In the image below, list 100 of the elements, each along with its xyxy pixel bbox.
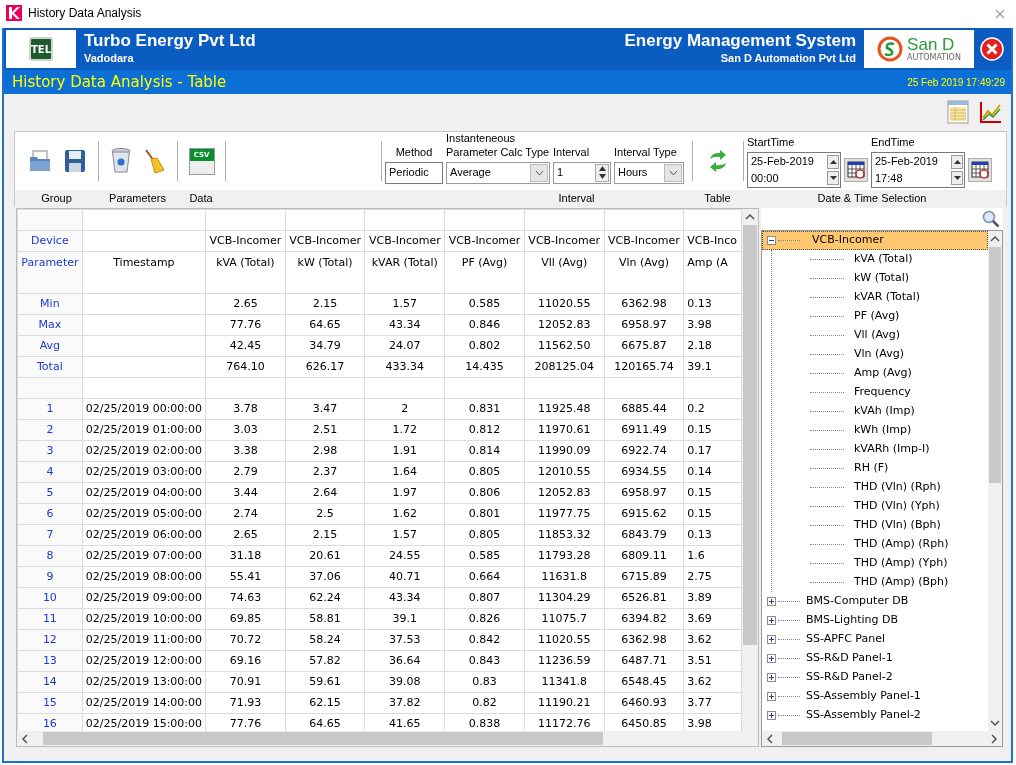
tree-item[interactable]: kVARh (Imp-I) [854, 441, 930, 458]
table-cell: 6460.93 [604, 692, 684, 714]
expand-icon[interactable] [767, 597, 776, 606]
tree-item[interactable]: THD (Vln) (Bph) [854, 517, 941, 534]
table-cell: 11304.29 [524, 587, 605, 609]
end-time-field[interactable]: 25-Feb-2019 17:48 [871, 151, 965, 188]
calendar-button[interactable] [844, 157, 868, 182]
tree-item[interactable]: PF (Avg) [854, 308, 900, 325]
table-cell: 6809.11 [604, 545, 684, 567]
tree-item[interactable]: SS-Assembly Panel-1 [762, 687, 988, 706]
arrow-icon[interactable] [953, 159, 961, 164]
tree-item[interactable]: THD (Vln) (Yph) [854, 498, 940, 515]
table-cell: 6362.98 [604, 629, 684, 651]
table-cell: 77.76 [205, 314, 286, 336]
expand-icon[interactable] [767, 692, 776, 701]
tree-item[interactable]: kVAR (Total) [854, 289, 921, 306]
tree-item[interactable]: kVAh (Imp) [854, 403, 915, 420]
table-cell: 6958.97 [604, 314, 684, 336]
collapse-icon[interactable] [767, 236, 776, 245]
interval-spinner[interactable]: 1 [553, 161, 611, 184]
table-cell: 11853.32 [524, 524, 605, 546]
caret-icon[interactable] [534, 169, 544, 176]
calendar-button[interactable] [968, 157, 992, 182]
recycle-bin-icon[interactable] [111, 148, 131, 174]
chart-view-icon[interactable] [979, 100, 1003, 124]
table-cell: 6675.87 [604, 335, 684, 357]
horizontal-scrollbar[interactable] [762, 731, 1002, 746]
start-time-field[interactable]: 25-Feb-2019 00:00 [747, 151, 841, 188]
tree-item[interactable]: THD (Amp) (Bph) [854, 574, 949, 591]
table-cell: 02/25/2019 08:00:00 [82, 566, 206, 588]
table-cell: 2.74 [205, 503, 286, 525]
save-icon[interactable] [63, 149, 86, 173]
arrow-icon[interactable] [953, 175, 961, 180]
table-cell: 6911.49 [604, 419, 684, 441]
row-number: 9 [17, 566, 83, 588]
tree-item[interactable]: Amp (Avg) [854, 365, 912, 382]
broom-icon[interactable] [143, 148, 165, 174]
table-cell: 2.15 [285, 524, 365, 546]
table-cell: 02/25/2019 05:00:00 [82, 503, 206, 525]
tree-item[interactable]: SS-Assembly Panel-2 [762, 706, 988, 725]
table-cell: 42.45 [205, 335, 286, 357]
tree-item[interactable]: BMS-Computer DB [762, 592, 988, 611]
arrow-icon[interactable] [829, 159, 837, 164]
tree-item[interactable]: kWh (Imp) [854, 422, 912, 439]
caret-icon[interactable] [668, 169, 678, 176]
table-cell: 6526.81 [604, 587, 684, 609]
table-cell: 0.801 [444, 503, 525, 525]
table-cell: 6934.55 [604, 461, 684, 483]
tree-item[interactable]: THD (Amp) (Yph) [854, 555, 948, 572]
vertical-scrollbar[interactable] [988, 231, 1002, 731]
table-cell: 1.6 [683, 545, 742, 567]
horizontal-scrollbar[interactable] [17, 731, 758, 746]
tree-item[interactable]: Vln (Avg) [854, 346, 904, 363]
search-icon[interactable] [982, 210, 1000, 228]
expand-icon[interactable] [767, 711, 776, 720]
expand-icon[interactable] [767, 635, 776, 644]
table-cell: 2.65 [205, 293, 286, 315]
table-cell: 14.435 [444, 356, 525, 378]
tree-item[interactable]: SS-R&D Panel-1 [762, 649, 988, 668]
table-cell: 02/25/2019 00:00:00 [82, 398, 206, 420]
tree-item[interactable]: Vll (Avg) [854, 327, 901, 344]
table-cell: 69.16 [205, 650, 286, 672]
tree-item[interactable]: VCB-Incomer [762, 231, 988, 250]
tree-item[interactable]: Frequency [854, 384, 911, 401]
table-cell: 0.585 [444, 293, 525, 315]
arrow-icon[interactable] [829, 175, 837, 180]
interval-type-dropdown[interactable]: Hours [614, 161, 684, 184]
column-header: Amp (A [683, 251, 742, 294]
table-cell: 11977.75 [524, 503, 605, 525]
tree-item[interactable]: THD (Vln) (Rph) [854, 479, 941, 496]
table-cell: 3.62 [683, 629, 742, 651]
table-cell: 57.82 [285, 650, 365, 672]
tree-item[interactable]: SS-APFC Panel [762, 630, 988, 649]
expand-icon[interactable] [767, 616, 776, 625]
expand-icon[interactable] [767, 654, 776, 663]
tree-item[interactable]: BMS-Lighting DB [762, 611, 988, 630]
calc-type-dropdown[interactable]: Average [446, 161, 550, 184]
tree-item[interactable]: kVA (Total) [854, 251, 913, 268]
interval-label: Interval [553, 144, 591, 159]
table-cell: 3.77 [683, 692, 742, 714]
column-header: Vll (Avg) [524, 251, 605, 294]
expand-icon[interactable] [767, 673, 776, 682]
table-cell: 64.65 [285, 314, 365, 336]
row-number: 5 [17, 482, 83, 504]
close-icon[interactable] [980, 37, 1004, 61]
table-cell: 764.10 [205, 356, 286, 378]
table-cell: 37.82 [364, 692, 445, 714]
vertical-scrollbar[interactable] [742, 209, 758, 731]
column-header: VCB-Incomer [604, 230, 684, 252]
tree-item[interactable]: SS-R&D Panel-2 [762, 668, 988, 687]
open-folder-icon[interactable] [27, 149, 52, 173]
tree-item[interactable]: RH (F) [854, 460, 889, 477]
table-cell: 208125.04 [524, 356, 605, 378]
method-field[interactable]: Periodic [385, 161, 443, 184]
table-cell: 2.65 [205, 524, 286, 546]
tree-item[interactable]: kW (Total) [854, 270, 910, 287]
tree-item[interactable]: THD (Amp) (Rph) [854, 536, 949, 553]
row-number: 8 [17, 545, 83, 567]
table-cell: 02/25/2019 13:00:00 [82, 671, 206, 693]
column-header: VCB-Incomer [285, 230, 365, 252]
